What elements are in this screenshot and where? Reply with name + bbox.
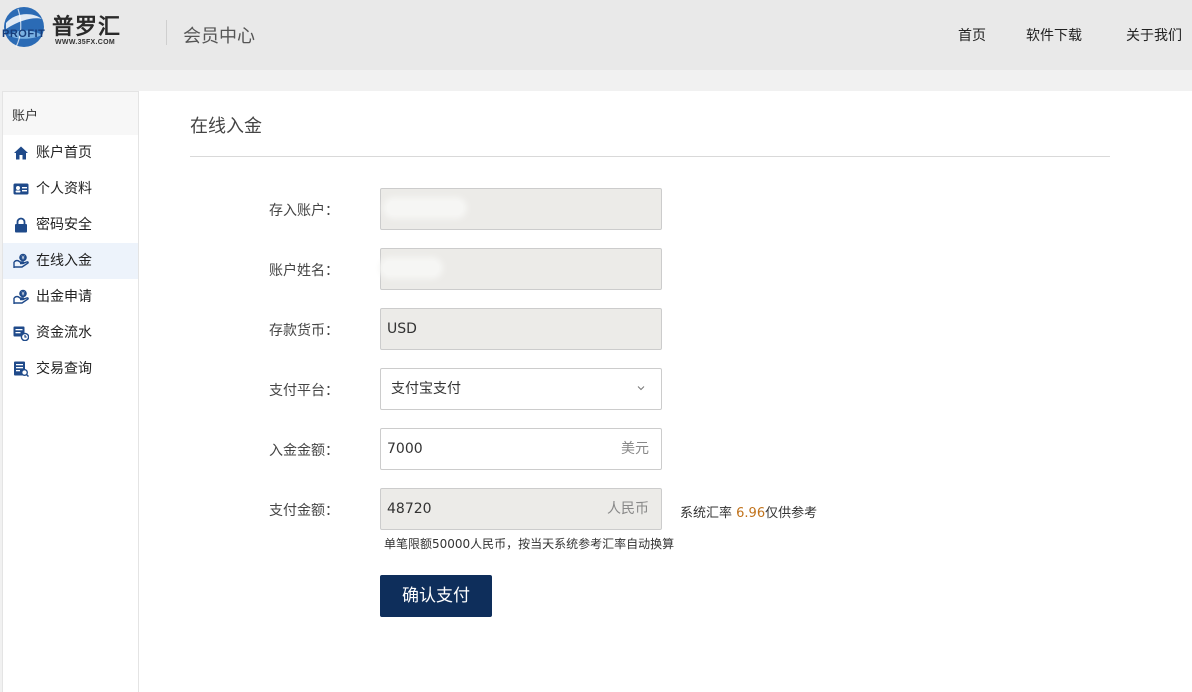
sidebar-item-label: 出金申请 — [36, 289, 92, 305]
header-divider — [166, 20, 167, 45]
redacted-mask — [387, 201, 463, 215]
sidebar-item-trade-query[interactable]: 交易查询 — [3, 351, 138, 387]
sidebar-item-password[interactable]: 密码安全 — [3, 207, 138, 243]
pay-amount-unit: 人民币 — [607, 501, 649, 517]
nav-home-link[interactable]: 首页 — [958, 25, 986, 45]
chevron-down-icon — [637, 384, 645, 392]
sidebar-item-label: 密码安全 — [36, 217, 92, 233]
confirm-payment-button[interactable]: 确认支付 — [380, 575, 492, 617]
amount-field[interactable]: 美元 — [380, 428, 662, 470]
rate-suffix: 仅供参考 — [765, 506, 818, 521]
platform-select[interactable]: 支付宝支付 — [380, 368, 662, 410]
trade-query-icon — [13, 361, 29, 377]
amount-input[interactable] — [387, 430, 587, 468]
amount-label: 入金金额： — [269, 443, 339, 459]
sidebar-item-label: 账户首页 — [36, 145, 92, 161]
deposit-icon: ¥ — [13, 253, 29, 269]
funds-flow-icon — [13, 325, 29, 341]
pay-amount-label: 支付金额： — [269, 503, 339, 519]
sidebar-item-account-home[interactable]: 账户首页 — [3, 135, 138, 171]
page-title: 在线入金 — [190, 116, 262, 137]
account-field — [380, 188, 662, 230]
lock-icon — [13, 217, 29, 233]
nav-about-link[interactable]: 关于我们 — [1126, 25, 1182, 45]
rate-value: 6.96 — [736, 506, 766, 521]
pay-amount-field: 48720 人民币 — [380, 488, 662, 530]
sidebar: 账户 账户首页 个人资料 密码安全 ¥ 在线入金 ¥ 出金申请 资金流水 交易查… — [2, 91, 139, 692]
withdraw-icon: ¥ — [13, 289, 29, 305]
pay-amount-value: 48720 — [387, 501, 432, 517]
logo-url-text: WWW.35FX.COM — [55, 39, 115, 46]
amount-unit: 美元 — [621, 441, 649, 457]
name-label: 账户姓名： — [269, 263, 339, 279]
sidebar-item-profile[interactable]: 个人资料 — [3, 171, 138, 207]
platform-value: 支付宝支付 — [391, 381, 461, 397]
sidebar-item-label: 交易查询 — [36, 361, 92, 377]
sidebar-item-deposit[interactable]: ¥ 在线入金 — [3, 243, 138, 279]
top-header: PROFIT 普罗汇 WWW.35FX.COM 会员中心 首页 软件下载 关于我… — [0, 0, 1192, 70]
logo-profit-text: PROFIT — [2, 28, 46, 40]
sidebar-item-label: 资金流水 — [36, 325, 92, 341]
sidebar-item-label: 个人资料 — [36, 181, 92, 197]
title-divider — [190, 156, 1110, 157]
redacted-mask — [383, 261, 439, 275]
logo-cn-text: 普罗汇 — [52, 15, 122, 40]
sidebar-item-funds-flow[interactable]: 资金流水 — [3, 315, 138, 351]
name-field — [380, 248, 662, 290]
sidebar-item-label: 在线入金 — [36, 253, 92, 269]
currency-label: 存款货币： — [269, 323, 339, 339]
logo[interactable]: PROFIT 普罗汇 WWW.35FX.COM — [2, 5, 132, 57]
main-content: 在线入金 存入账户： 账户姓名： 存款货币： USD 支付平台： 支付宝支付 入… — [139, 91, 1192, 692]
nav-download-link[interactable]: 软件下载 — [1026, 25, 1082, 45]
platform-label: 支付平台： — [269, 383, 339, 399]
rate-prefix: 系统汇率 — [680, 506, 733, 521]
home-icon — [13, 145, 29, 161]
account-label: 存入账户： — [269, 203, 339, 219]
limit-hint: 单笔限额50000人民币，按当天系统参考汇率自动换算 — [384, 537, 675, 551]
sidebar-item-withdraw[interactable]: ¥ 出金申请 — [3, 279, 138, 315]
currency-field: USD — [380, 308, 662, 350]
exchange-rate-note: 系统汇率 6.96仅供参考 — [680, 502, 817, 521]
currency-value: USD — [387, 321, 417, 337]
sidebar-heading: 账户 — [3, 92, 138, 135]
header-title: 会员中心 — [183, 26, 255, 47]
id-card-icon — [13, 181, 29, 197]
